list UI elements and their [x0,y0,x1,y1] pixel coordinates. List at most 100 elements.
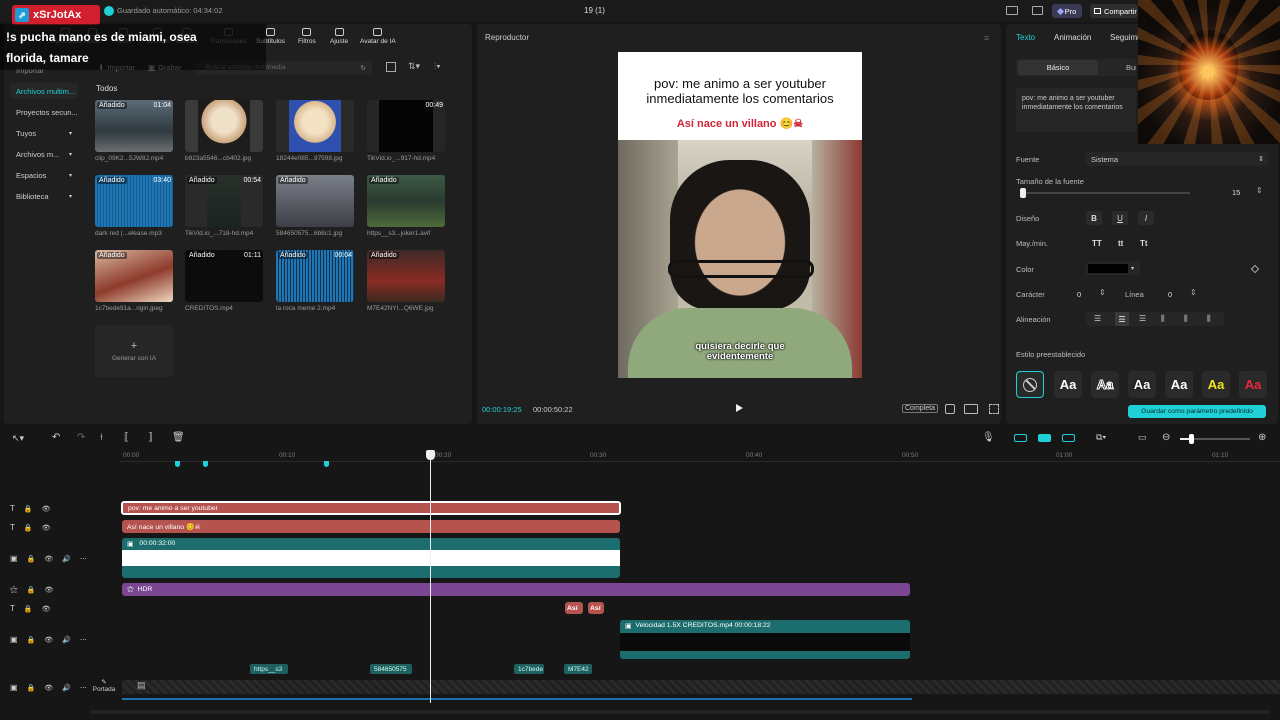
eye-icon[interactable]: 👁 [44,684,53,692]
redo-icon[interactable]: ↷ [77,432,85,443]
more-icon[interactable]: ⋯ [80,684,87,692]
save-preset-button[interactable]: Guardar como parámetro predefinido [1128,405,1266,418]
media-tile[interactable]: Añadido 00:04 la roca meme 2.mp4 [276,250,354,312]
more-icon[interactable]: ⋯ [80,555,87,563]
screenshot-icon[interactable] [945,404,955,414]
zoom-handle[interactable] [1189,434,1194,444]
playhead-handle[interactable] [426,450,435,460]
media-tile[interactable]: 18244e085...97598.jpg [276,100,354,162]
sidebar-item-secondary-projects[interactable]: Proyectos secun... [10,104,78,120]
align-bottom-icon[interactable]: ⫼ [1207,314,1211,324]
media-tile[interactable]: Añadido M7E42NYI...Q6WE.jpg [367,250,445,312]
overlay-clip[interactable]: 584650575 [370,664,412,674]
speaker-icon[interactable]: 🔊 [62,555,71,563]
playhead[interactable] [430,451,431,703]
speaker-icon[interactable]: 🔊 [62,684,71,692]
align-right-icon[interactable]: ☰ [1139,314,1146,323]
video-canvas[interactable]: pov: me animo a ser youtuber inmediatame… [618,52,862,378]
preset-style-6[interactable]: Aa [1239,371,1267,398]
filter-icon[interactable]: ⫶▾ [434,61,441,72]
lock-icon[interactable]: 🔒 [24,505,33,513]
preset-style-4[interactable]: Aa [1165,371,1193,398]
font-size-value[interactable]: 15 [1232,188,1240,197]
slider-handle[interactable] [1020,188,1026,198]
eye-icon[interactable]: 👁 [44,636,53,644]
preview-axis-icon[interactable]: ⧉▾ [1096,432,1106,443]
align-center-icon[interactable]: ☰ [1115,312,1129,326]
italic-button[interactable]: I [1138,211,1154,225]
media-tile[interactable]: Añadido 01:11 CREDITOS.mp4 [185,250,263,312]
magnet-icon[interactable] [1038,434,1051,442]
effect-clip[interactable]: ⚝ HDR [122,583,910,596]
font-select[interactable]: Sistema ⇕ [1086,152,1268,166]
refresh-icon[interactable]: ↻ [361,64,366,72]
stepper-icon[interactable]: ⇕ [1256,186,1263,195]
marker-icon[interactable] [175,461,180,467]
eye-icon[interactable]: 👁 [44,555,53,563]
more-icon[interactable]: ⋯ [80,636,87,644]
lock-icon[interactable]: 🔒 [27,636,36,644]
overlay-clip[interactable]: M7E42 [564,664,592,674]
speaker-icon[interactable]: 🔊 [62,636,71,644]
sort-icon[interactable]: ⇅▾ [408,61,420,72]
display-icon[interactable] [1032,6,1043,15]
toolbar-tab[interactable]: Ajuste [330,28,348,45]
zoom-out-icon[interactable]: ⊖ [1162,432,1170,443]
media-tile[interactable]: Añadido https__s3...joker1.avif [367,175,445,237]
undo-icon[interactable]: ↶ [52,432,60,443]
tab-text[interactable]: Texto [1016,33,1035,42]
font-size-slider[interactable] [1020,188,1190,198]
case-upper-button[interactable]: TT [1092,239,1102,248]
preset-style-3[interactable]: Aa [1128,371,1156,398]
zoom-in-icon[interactable]: ⊕ [1258,432,1266,443]
align-left-icon[interactable]: ☰ [1094,314,1101,323]
sidebar-item-files[interactable]: Archivos m... ▾ [10,146,78,162]
trim-right-icon[interactable]: ⟧ [148,432,153,443]
subtab-bubbles[interactable]: Burbujas [1126,63,1136,72]
line-spacing-value[interactable]: 0 [1168,290,1172,299]
media-tile[interactable]: 00:49 TikVid.io_...917-hd.mp4 [367,100,445,162]
microphone-icon[interactable]: 🎙 [982,432,995,443]
video-clip[interactable]: ▣ 00:00:32:00 [122,538,620,578]
overlay-clip[interactable]: 1c7bede [514,664,544,674]
tab-animation[interactable]: Animación [1054,33,1091,42]
eye-icon[interactable]: 👁 [42,524,51,532]
text-clip[interactable]: pov: me animo a ser youtuber [121,501,621,515]
play-button[interactable] [736,404,743,412]
sidebar-item-yours[interactable]: Tuyos ▾ [10,125,78,141]
lock-icon[interactable]: 🔒 [24,605,33,613]
preset-style-1[interactable]: Aa [1054,371,1082,398]
thumbnail-icon[interactable]: ▭ [1138,432,1147,443]
text-clip[interactable]: Así nace un villano 😊☠ [122,520,620,533]
zoom-slider[interactable] [1180,434,1250,444]
lock-icon[interactable]: 🔒 [24,524,33,532]
delete-icon[interactable]: 🗑 [172,432,185,443]
ratio-icon[interactable] [964,404,978,414]
split-icon[interactable]: ⟊ [100,432,103,443]
full-quality-button[interactable]: Completa [902,404,938,413]
share-button[interactable]: Compartir [1090,4,1138,18]
media-tile[interactable]: Añadido 1c7bede91a...rigin.jpeg [95,250,173,312]
subtab-basic[interactable]: Básico [1018,60,1098,75]
text-clip-small[interactable]: Así [565,602,583,614]
tab-tracking[interactable]: Seguimiento [1110,33,1138,42]
media-tile[interactable]: b923a5546...cb402.jpg [185,100,263,162]
eye-icon[interactable]: 👁 [42,605,51,613]
preset-style-5[interactable]: Aa [1202,371,1230,398]
overlay-clip[interactable]: https__s3 [250,664,288,674]
pro-badge[interactable]: Pro [1052,4,1082,18]
lock-icon[interactable]: 🔒 [27,684,36,692]
sidebar-item-media-files[interactable]: Archivos multim... [10,83,78,99]
case-title-button[interactable]: Tt [1140,239,1148,248]
underline-button[interactable]: U [1112,211,1128,225]
select-tool-icon[interactable]: ↖▾ [12,433,24,444]
cover-button[interactable]: ✎ Portada [90,678,118,698]
color-picker[interactable]: ▾ [1086,262,1140,275]
sidebar-item-library[interactable]: Biblioteca ▾ [10,188,78,204]
stepper-icon[interactable]: ⇕ [1099,288,1106,297]
trim-left-icon[interactable]: ⟦ [124,432,129,443]
project-title[interactable]: 19 (1) [584,6,605,15]
char-spacing-value[interactable]: 0 [1077,290,1081,299]
text-clip-small[interactable]: Así [588,602,604,614]
toolbar-tab[interactable]: Filtros [298,28,316,45]
